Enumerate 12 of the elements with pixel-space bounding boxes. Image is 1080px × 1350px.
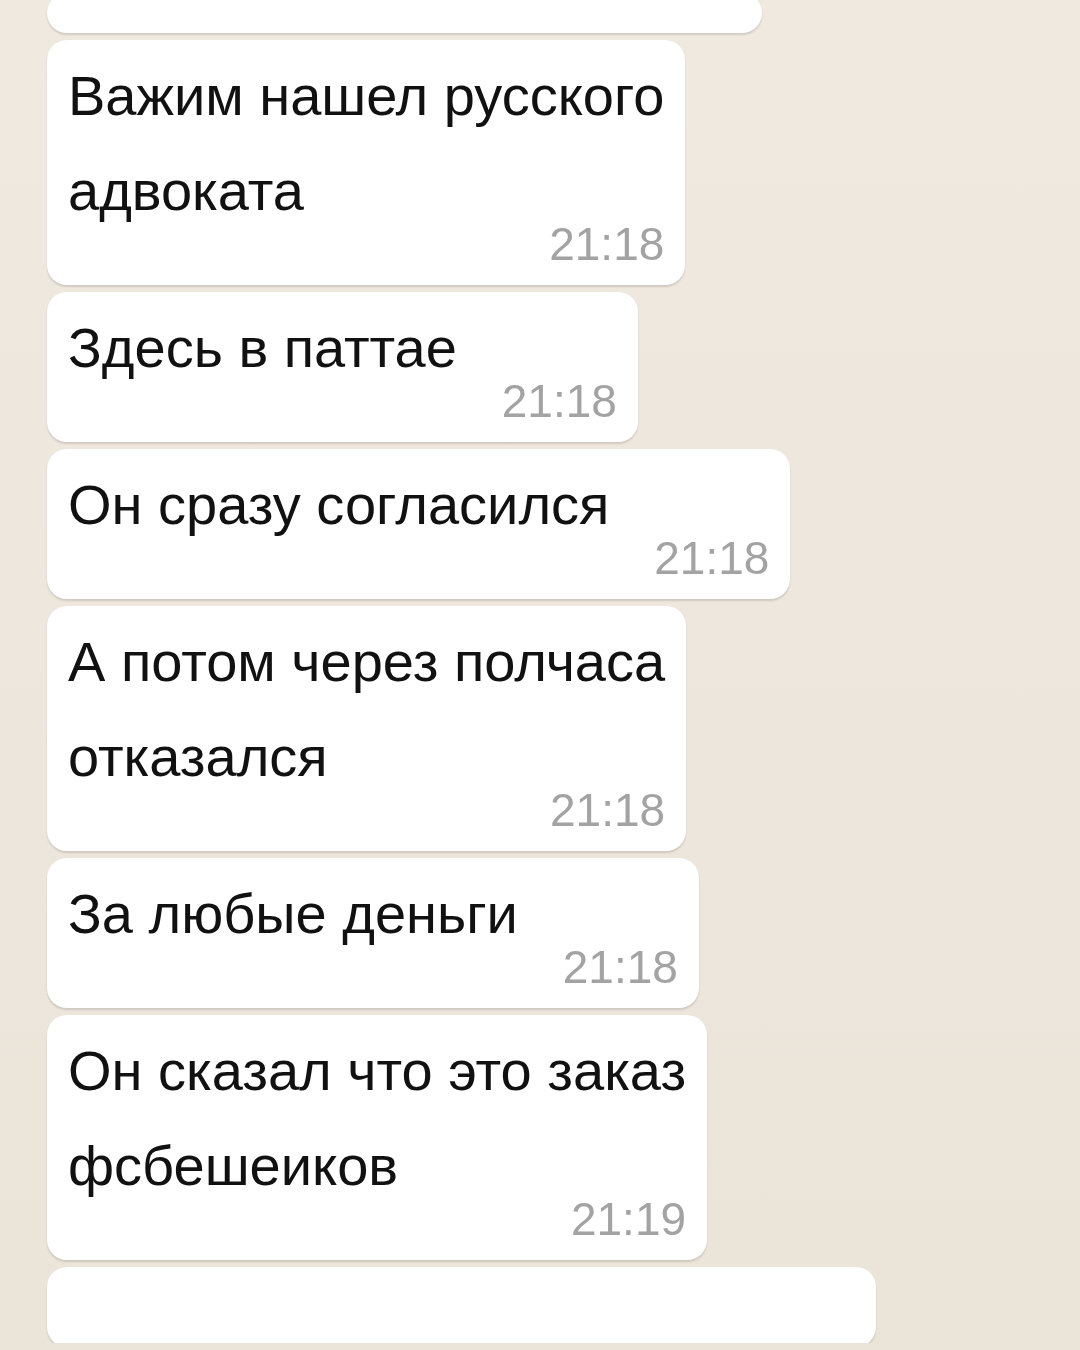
message-text: Важим нашел русского адвоката xyxy=(68,64,665,222)
message-time: 21:18 xyxy=(550,785,666,835)
message-text: Он сразу согласился xyxy=(68,473,610,536)
message-text: Здесь в паттае xyxy=(68,316,457,379)
message-time: 21:18 xyxy=(654,533,770,583)
message-time: 21:18 xyxy=(501,376,617,426)
message-time: 21:19 xyxy=(570,1194,687,1244)
message-text: Он сказал что это заказ фсбешеиков xyxy=(68,1039,687,1197)
message-text: За любые деньги xyxy=(68,882,518,945)
message-time: 21:18 xyxy=(562,942,678,992)
message-text: А потом через полчаса отказался xyxy=(68,630,666,788)
message-time: 21:18 xyxy=(549,219,665,269)
